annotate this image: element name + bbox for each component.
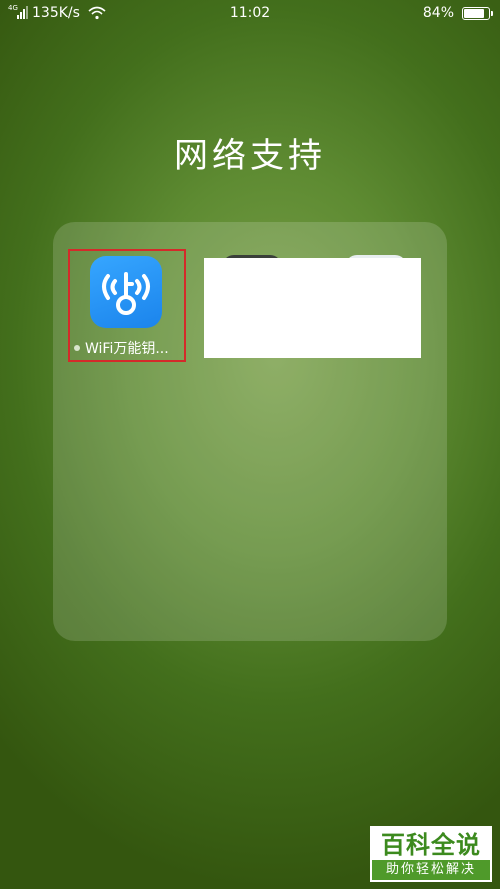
watermark-title: 百科全说 xyxy=(372,828,490,862)
status-right: 84% xyxy=(422,5,493,21)
battery-fill xyxy=(464,8,484,18)
app-label-row: WiFi万能钥... xyxy=(74,338,186,358)
folder-title[interactable]: 网络支持 xyxy=(0,128,500,177)
status-bar: 4G 135K/s 11:02 84% xyxy=(0,0,500,28)
redaction-box xyxy=(204,258,421,358)
new-indicator-dot xyxy=(74,345,80,351)
app-label: WiFi万能钥... xyxy=(85,341,169,357)
battery-icon xyxy=(462,6,493,20)
battery-percent: 84% xyxy=(422,5,454,21)
watermark-logo: 百科全说 助你轻松解决 xyxy=(370,826,492,882)
watermark-subtitle: 助你轻松解决 xyxy=(372,860,490,880)
wifi-key-icon[interactable] xyxy=(90,256,162,328)
app-tile-wifi-key[interactable]: WiFi万能钥... xyxy=(68,249,186,362)
